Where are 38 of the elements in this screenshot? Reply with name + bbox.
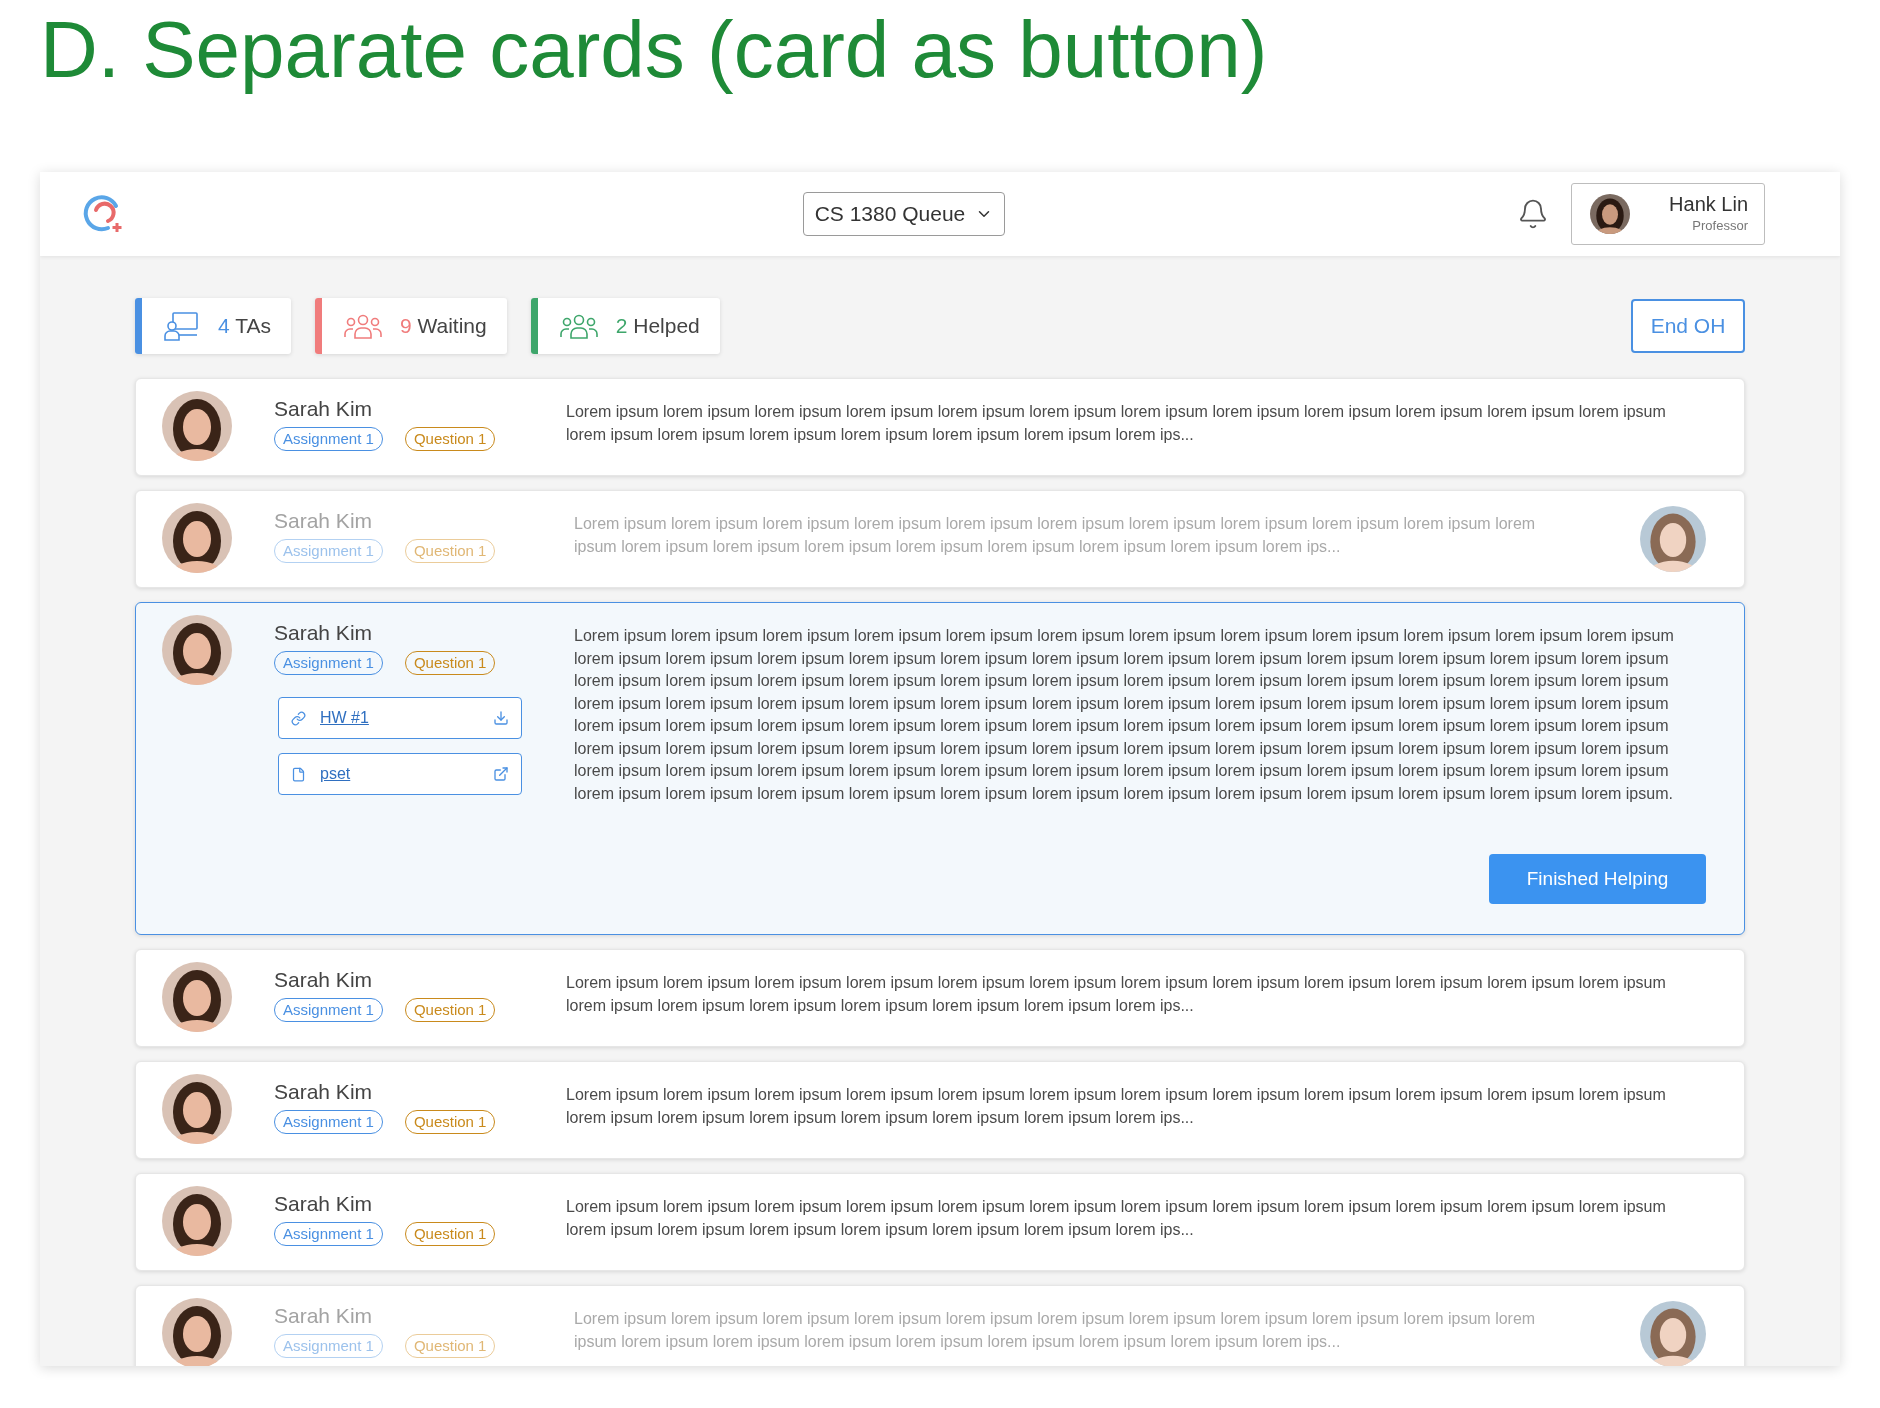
question-text: Lorem ipsum lorem ipsum lorem ipsum lorem ipsum lorem ipsum lorem ipsum lorem ipsum lorem ipsum lorem ipsum lorem ipsum lorem ipsum lorem ipsum lorem ipsum lorem ipsum lorem ipsum lorem ipsum lorem ipsum lorem ipsum lorem ips... — [574, 1309, 1537, 1352]
link-icon — [291, 710, 306, 726]
user-role: Professor — [1692, 217, 1748, 236]
people-icon — [559, 313, 598, 339]
question-text: Lorem ipsum lorem ipsum lorem ipsum lorem ipsum lorem ipsum lorem ipsum lorem ipsum lorem ipsum lorem ipsum lorem ipsum lorem ipsum lorem ipsum lorem ipsum lorem ipsum lorem ipsum lorem ipsum lorem ipsum lorem ipsum lorem ips... — [566, 973, 1667, 1016]
person-at-screen-icon — [164, 311, 200, 341]
question-text: Lorem ipsum lorem ipsum lorem ipsum lorem ipsum lorem ipsum lorem ipsum lorem ipsum lorem ipsum lorem ipsum lorem ipsum lorem ipsum lorem ipsum lorem ipsum lorem ipsum lorem ipsum lorem ipsum lorem ipsum lorem ipsum lorem ips... — [566, 402, 1667, 445]
user-card[interactable]: Hank Lin Professor — [1571, 183, 1765, 245]
attachment-field[interactable]: pset — [278, 753, 522, 795]
file-icon — [291, 766, 306, 782]
attachment-link[interactable]: HW #1 — [320, 706, 479, 730]
user-name: Hank Lin — [1669, 192, 1748, 217]
question-text: Lorem ipsum lorem ipsum lorem ipsum lorem ipsum lorem ipsum lorem ipsum lorem ipsum lorem ipsum lorem ipsum lorem ipsum lorem ipsum lorem ipsum lorem ipsum lorem ipsum lorem ipsum lorem ipsum lorem ipsum lorem ipsum lorem ips... — [566, 1085, 1667, 1128]
people-icon — [343, 313, 382, 339]
stat-label: 4 TAs — [218, 313, 271, 340]
question-text: Lorem ipsum lorem ipsum lorem ipsum lorem ipsum lorem ipsum lorem ipsum lorem ipsum lorem ipsum lorem ipsum lorem ipsum lorem ipsum lorem ipsum lorem ipsum lorem ipsum lorem ipsum lorem ipsum lorem ipsum lorem ipsum lorem ips... — [566, 1197, 1667, 1240]
queue-card[interactable] — [135, 602, 1745, 935]
stat-label: 2 Helped — [615, 313, 700, 340]
student-name: Sarah Kim — [274, 1191, 374, 1217]
external-link-icon[interactable] — [493, 766, 509, 782]
attachment-field[interactable]: HW #1 — [278, 697, 522, 739]
queue-dropdown[interactable]: CS 1380 Queue — [803, 192, 1005, 236]
student-name: Sarah Kim — [274, 396, 374, 422]
student-name: Sarah Kim — [274, 1303, 374, 1329]
stat-label: 9 Waiting — [399, 313, 487, 340]
student-name: Sarah Kim — [274, 620, 374, 646]
finished-helping-button[interactable]: Finished Helping — [1489, 854, 1706, 904]
question-text: Lorem ipsum lorem ipsum lorem ipsum lorem ipsum lorem ipsum lorem ipsum lorem ipsum lorem ipsum lorem ipsum lorem ipsum lorem ipsum lorem ipsum lorem ipsum lorem ipsum lorem ipsum lorem ipsum lorem ipsum lorem ipsum lorem ipsum lorem ipsum lorem ipsum lorem ipsum lorem ipsum lorem ipsum lorem ipsum lorem ipsum lorem ipsum lorem ipsum lorem ipsum lorem ipsum lorem ipsum lorem ipsum lorem ipsum lorem ipsum lorem ipsum lorem ipsum lorem ipsum lorem ipsum lorem ipsum lorem ipsum lorem ipsum lorem ipsum lorem ipsum lorem ipsum lorem ipsum lorem ipsum lorem ipsum lorem ipsum lorem ipsum lorem ipsum lorem ipsum lorem ipsum lorem ipsum lorem ipsum lorem ipsum lorem ipsum lorem ipsum lorem ipsum lorem ipsum lorem ipsum lorem ipsum lorem ipsum lorem ipsum lorem ipsum lorem ipsum lorem ipsum lorem ipsum lorem ipsum lorem ipsum lorem ipsum lorem ipsum lorem ipsum lorem ipsum lorem ipsum lorem ipsum lorem ipsum lorem ipsum lorem ipsum lorem ipsum lorem ipsum lorem ipsum lorem ipsum lorem ipsum lorem ipsum lorem ipsum lorem ipsum lorem ipsum lorem ipsum lorem ipsum lorem ipsum lorem ipsum lorem ipsum lorem ipsum lorem ipsum lorem ipsum lorem ipsum. — [574, 626, 1675, 804]
avatar — [1590, 194, 1630, 234]
student-name: Sarah Kim — [274, 1079, 374, 1105]
end-oh-button[interactable]: End OH — [1631, 299, 1745, 353]
page-title: D. Separate cards (card as button) — [40, 4, 1269, 96]
download-icon[interactable] — [493, 710, 509, 726]
bell-icon[interactable] — [1517, 198, 1549, 230]
student-name: Sarah Kim — [274, 508, 374, 534]
attachment-link[interactable]: pset — [320, 762, 479, 786]
question-text: Lorem ipsum lorem ipsum lorem ipsum lorem ipsum lorem ipsum lorem ipsum lorem ipsum lorem ipsum lorem ipsum lorem ipsum lorem ipsum lorem ipsum lorem ipsum lorem ipsum lorem ipsum lorem ipsum lorem ipsum lorem ipsum lorem ips... — [574, 514, 1537, 557]
student-name: Sarah Kim — [274, 967, 374, 993]
